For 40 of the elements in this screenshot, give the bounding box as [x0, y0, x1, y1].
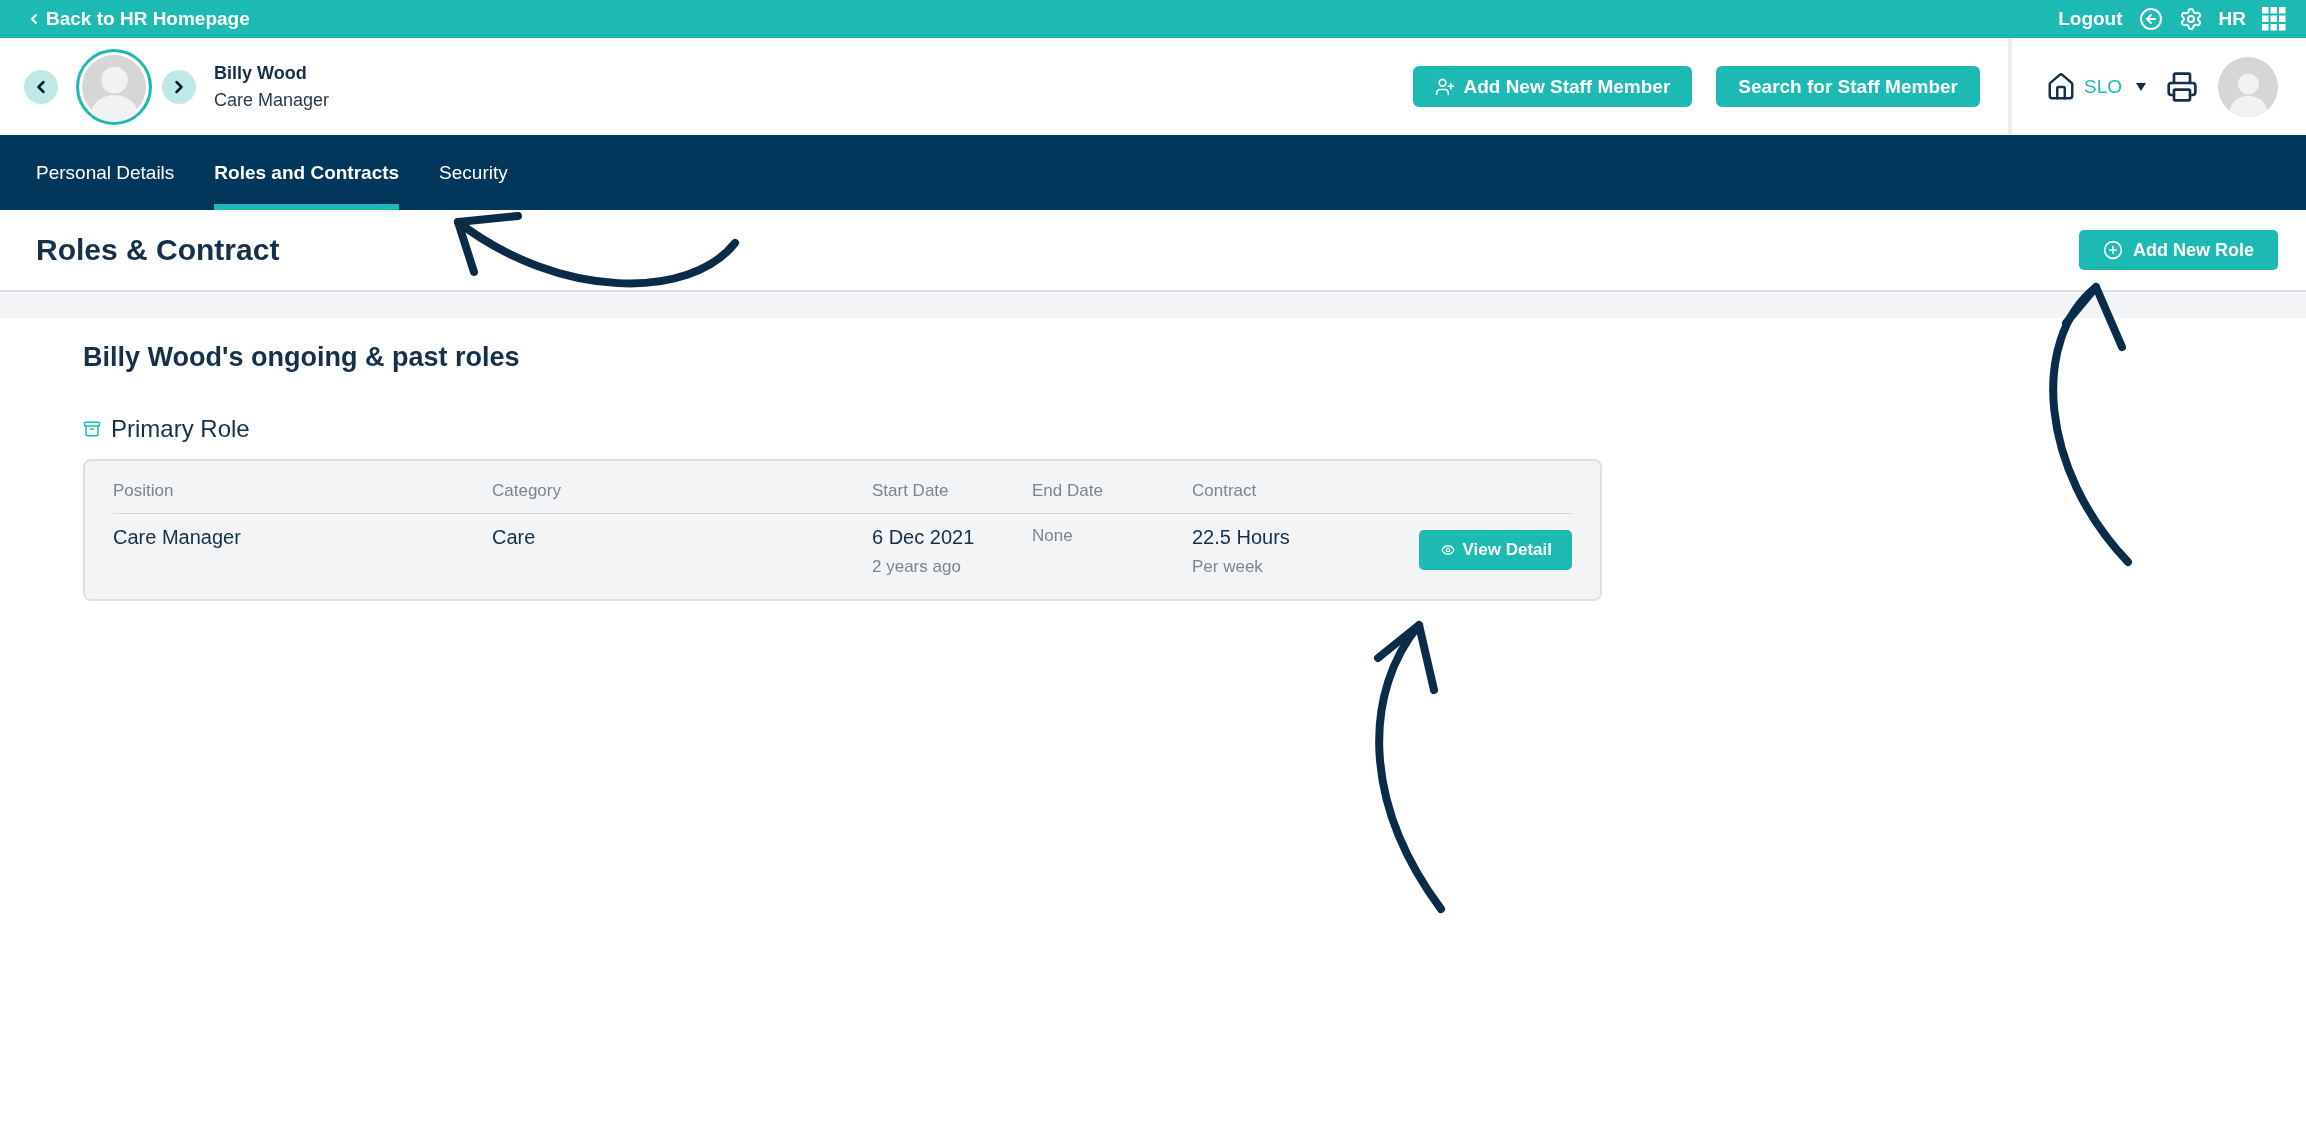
add-staff-button[interactable]: Add New Staff Member — [1413, 66, 1693, 107]
back-link[interactable]: Back to HR Homepage — [26, 8, 250, 30]
apps-grid-icon[interactable] — [2262, 7, 2286, 31]
print-icon[interactable] — [2166, 70, 2198, 103]
archive-icon — [83, 420, 101, 438]
view-detail-button[interactable]: View Detail — [1418, 530, 1572, 570]
plus-circle-icon — [2103, 240, 2123, 260]
staff-name: Billy Wood — [214, 62, 308, 84]
previous-staff-button[interactable] — [24, 69, 58, 104]
eye-icon — [1440, 543, 1455, 557]
staff-role: Care Manager — [214, 89, 330, 111]
next-staff-button[interactable] — [162, 69, 196, 104]
nav-tab[interactable]: Security — [439, 135, 508, 210]
column-header: Position — [113, 481, 492, 514]
column-header: Start Date — [872, 481, 1032, 514]
search-staff-button[interactable]: Search for Staff Member — [1716, 66, 1980, 107]
end-date: None — [1032, 526, 1074, 546]
contract-unit: Per week — [1192, 557, 1264, 577]
user-initials: HR — [2218, 8, 2246, 30]
caret-icon — [2136, 82, 2146, 91]
nav-tab[interactable]: Personal Details — [36, 135, 175, 210]
section-title: Billy Wood's ongoing & past roles — [83, 342, 521, 373]
category-cell-text: Care — [492, 526, 537, 549]
home-icon — [2045, 71, 2076, 102]
logout-icon[interactable] — [2138, 7, 2163, 31]
column-header: Category — [492, 481, 872, 514]
add-role-button[interactable]: Add New Role — [2079, 230, 2278, 270]
page-title: Roles & Contract — [36, 233, 280, 267]
column-header: End Date — [1032, 481, 1192, 514]
user-plus-icon — [1435, 76, 1456, 97]
location-selector[interactable]: SLO — [2045, 71, 2146, 102]
settings-icon[interactable] — [2178, 7, 2203, 31]
column-header: Contract — [1192, 481, 1372, 514]
position-cell-text: Care Manager — [113, 526, 242, 549]
subsection-title: Primary Role — [111, 415, 250, 443]
start-date: 6 Dec 2021 — [872, 526, 976, 549]
contract-hours: 22.5 Hours — [1192, 526, 1291, 549]
logout-link[interactable]: Logout — [2058, 8, 2123, 30]
nav-tab[interactable]: Roles and Contracts — [214, 135, 400, 210]
start-date-relative: 2 years ago — [872, 557, 962, 577]
